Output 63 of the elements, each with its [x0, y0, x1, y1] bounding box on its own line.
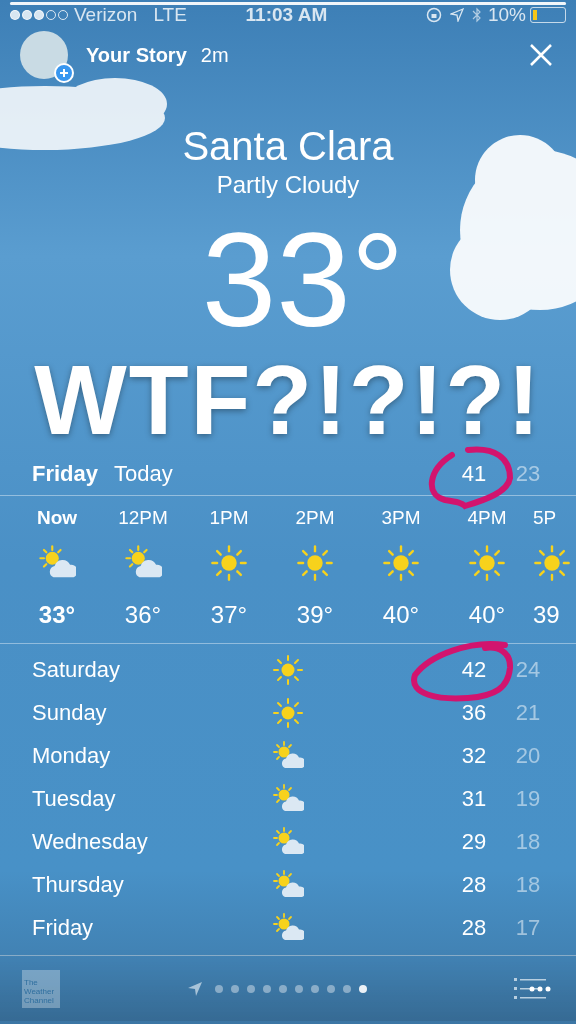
- city-name: Santa Clara: [182, 123, 394, 170]
- status-time: 11:03 AM: [244, 2, 329, 27]
- caption-text: WTF?!?!?!: [33, 350, 543, 450]
- high-temperature: 36: [460, 699, 488, 727]
- hour-temperature: 40°: [468, 600, 506, 630]
- story-age: 2m: [200, 43, 230, 68]
- sun-icon: [272, 653, 304, 686]
- day-name: Sunday: [31, 699, 108, 727]
- low-temperature: 23: [514, 460, 542, 488]
- hour-temperature: 39: [533, 600, 560, 630]
- low-temperature: 20: [514, 742, 542, 770]
- today-label: Today: [114, 460, 174, 488]
- day-name: Tuesday: [31, 785, 117, 813]
- hour-label: 1PM: [209, 506, 249, 530]
- sun-icon: [533, 544, 571, 582]
- day-name: Friday: [31, 460, 99, 488]
- hour-label: 3PM: [381, 506, 421, 530]
- high-temperature: 31: [460, 785, 488, 813]
- day-name: Wednesday: [31, 828, 149, 856]
- add-story-icon[interactable]: [54, 63, 74, 83]
- high-temperature: 32: [460, 742, 488, 770]
- low-temperature: 18: [514, 828, 542, 856]
- high-temperature: 41: [460, 460, 488, 488]
- weather-condition: Partly Cloudy: [216, 170, 360, 200]
- sun-icon: [468, 544, 506, 582]
- hour-temperature: 40°: [382, 600, 420, 630]
- network-type: LTE: [153, 2, 187, 27]
- high-temperature: 28: [460, 871, 488, 899]
- high-temperature: 29: [460, 828, 488, 856]
- location-arrow-icon: [187, 980, 203, 997]
- low-temperature: 21: [514, 699, 542, 727]
- hour-temperature: 39°: [296, 600, 334, 630]
- hour-temperature: 37°: [210, 600, 248, 630]
- bluetooth-icon: [471, 7, 482, 23]
- sun-icon: [382, 544, 420, 582]
- hour-label: 5P: [533, 506, 557, 530]
- carrier-name: Verizon: [74, 2, 138, 27]
- low-temperature: 17: [514, 914, 542, 942]
- hour-label: 4PM: [467, 506, 507, 530]
- hour-temperature: 36°: [124, 600, 162, 630]
- sun-icon: [296, 544, 334, 582]
- location-arrow-icon: [449, 8, 464, 22]
- hour-label: 2PM: [295, 506, 335, 530]
- day-name: Friday: [31, 914, 95, 942]
- sun-icon: [210, 544, 248, 582]
- rotation-lock-icon: [425, 7, 442, 23]
- story-title: Your Story: [86, 43, 187, 68]
- day-name: Thursday: [31, 871, 125, 899]
- high-temperature: 28: [460, 914, 488, 942]
- battery-icon: [530, 7, 566, 23]
- hour-temperature: 33°: [38, 600, 76, 630]
- sun-icon: [272, 696, 304, 729]
- low-temperature: 19: [514, 785, 542, 813]
- day-name: Monday: [31, 742, 112, 770]
- hour-label: Now: [36, 506, 78, 530]
- weather-channel-logo[interactable]: The Weather Channel: [22, 969, 60, 1008]
- high-temperature: 42: [460, 656, 488, 684]
- day-name: Saturday: [31, 656, 122, 684]
- low-temperature: 18: [514, 871, 542, 899]
- battery-percentage: 10%: [487, 2, 526, 27]
- hour-label: 12PM: [118, 506, 168, 530]
- current-temperature: 33°: [201, 210, 405, 350]
- low-temperature: 24: [514, 656, 542, 684]
